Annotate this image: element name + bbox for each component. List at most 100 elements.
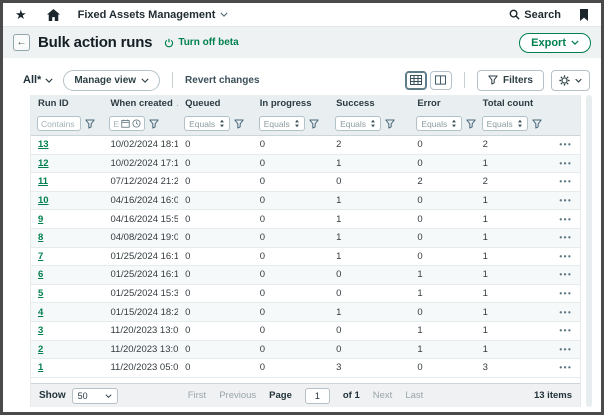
home-icon[interactable] [47,9,60,21]
run-id-link[interactable]: 4 [38,307,43,318]
columns-view-button[interactable] [430,71,452,90]
when-created-cell: 11/20/2023 13:0... [103,325,178,336]
run-id-link[interactable]: 2 [38,344,43,355]
when-created-cell: 01/25/2024 16:1... [103,269,178,280]
column-header-run-id[interactable]: Run ID [31,98,103,109]
run-id-link[interactable]: 10 [38,195,49,206]
run-id-link[interactable]: 5 [38,288,43,299]
run-id-filter-input[interactable] [37,116,81,131]
row-actions-menu[interactable]: ••• [552,159,572,168]
success-cell: 1 [329,251,410,262]
columns-view-icon [435,75,446,85]
page-number-input[interactable] [305,388,330,404]
page-size-select[interactable]: 50 [72,388,118,404]
table-body: 13 10/02/2024 18:1... 0 0 2 0 2 ••• 12 1… [31,136,580,383]
error-cell: 0 [410,307,475,318]
filter-funnel-icon[interactable] [466,119,475,129]
table-row: 5 01/25/2024 15:3... 0 0 0 1 1 ••• [31,285,580,304]
back-button[interactable]: ← [13,34,30,51]
table-row: 7 01/25/2024 16:1... 0 0 1 0 1 ••• [31,248,580,267]
column-header-queued[interactable]: Queued [178,98,253,109]
filter-funnel-icon[interactable] [385,119,395,129]
run-id-link[interactable]: 13 [38,139,49,150]
last-page-button[interactable]: Last [405,390,423,401]
run-id-link[interactable]: 7 [38,251,43,262]
run-id-link[interactable]: 3 [38,325,43,336]
manage-view-button[interactable]: Manage view [63,70,160,91]
pagination-bar: Show 50 First Previous Page of 1 Next [31,383,580,407]
updown-arrows-icon [219,119,225,128]
queued-filter-operator-select[interactable]: Equals [184,116,230,131]
row-actions-menu[interactable]: ••• [552,289,572,298]
row-actions-menu[interactable]: ••• [552,363,572,372]
grid-view-button[interactable] [405,71,427,90]
run-id-link[interactable]: 9 [38,214,43,225]
next-page-button[interactable]: Next [373,390,393,401]
export-button[interactable]: Export [519,33,591,53]
bookmark-icon[interactable] [579,9,589,21]
row-actions-menu[interactable]: ••• [552,177,572,186]
turn-off-beta-toggle[interactable]: Turn off beta [164,37,238,48]
search-button[interactable]: Search [509,9,561,21]
total-count-filter-operator-select[interactable]: Equals [482,116,528,131]
run-id-link[interactable]: 8 [38,232,43,243]
column-header-when-created[interactable]: When created↓ [103,98,178,109]
vertical-scrollbar[interactable] [586,95,592,407]
when-created-cell: 01/15/2024 18:2... [103,307,178,318]
chevron-down-icon [105,394,112,398]
updown-arrows-icon [517,119,523,128]
error-cell: 0 [410,362,475,373]
row-actions-menu[interactable]: ••• [552,196,572,205]
error-filter-operator-select[interactable]: Equals [416,116,462,131]
row-actions-menu[interactable]: ••• [552,270,572,279]
calendar-icon[interactable] [121,119,130,128]
view-selector[interactable]: All* [23,74,53,86]
in-progress-cell: 0 [253,232,329,243]
total-count-cell: 1 [476,307,546,318]
total-count-cell: 2 [476,139,546,150]
favorites-star-icon[interactable]: ★ [15,8,27,21]
grid-view-icon [410,75,422,85]
row-actions-menu[interactable]: ••• [552,326,572,335]
total-count-cell: 1 [476,251,546,262]
first-page-button[interactable]: First [188,390,206,401]
revert-changes-button[interactable]: Revert changes [185,75,259,86]
column-header-error[interactable]: Error [410,98,475,109]
success-cell: 1 [329,232,410,243]
run-id-link[interactable]: 6 [38,269,43,280]
row-actions-menu[interactable]: ••• [552,308,572,317]
filter-funnel-icon[interactable] [532,119,542,129]
queued-cell: 0 [178,344,253,355]
success-cell: 0 [329,288,410,299]
power-icon [164,38,174,48]
filter-funnel-icon[interactable] [234,119,244,129]
in-progress-cell: 0 [253,325,329,336]
previous-page-button[interactable]: Previous [219,390,256,401]
run-id-link[interactable]: 11 [38,176,48,187]
row-actions-menu[interactable]: ••• [552,252,572,261]
in-progress-filter-operator-select[interactable]: Equals [259,116,305,131]
table-settings-button[interactable] [551,70,590,91]
row-actions-menu[interactable]: ••• [552,233,572,242]
table-zone: Run ID When created↓ Queued In progress … [23,95,592,407]
column-header-success[interactable]: Success [329,98,410,109]
filter-funnel-icon[interactable] [309,119,319,129]
column-header-in-progress[interactable]: In progress [253,98,329,109]
run-id-link[interactable]: 12 [38,158,49,169]
search-icon [509,9,520,20]
filter-funnel-icon[interactable] [85,119,95,129]
clock-icon[interactable] [132,119,141,128]
queued-cell: 0 [178,251,253,262]
filters-button[interactable]: Filters [477,70,544,91]
export-label: Export [531,37,566,49]
queued-cell: 0 [178,158,253,169]
when-created-filter-input[interactable]: E [109,116,145,131]
column-header-total-count[interactable]: Total count [476,98,546,109]
filter-funnel-icon[interactable] [149,119,159,129]
row-actions-menu[interactable]: ••• [552,345,572,354]
run-id-link[interactable]: 1 [38,362,43,373]
success-filter-operator-select[interactable]: Equals [335,116,381,131]
row-actions-menu[interactable]: ••• [552,215,572,224]
app-switcher[interactable]: Fixed Assets Management [78,9,229,21]
row-actions-menu[interactable]: ••• [552,140,572,149]
